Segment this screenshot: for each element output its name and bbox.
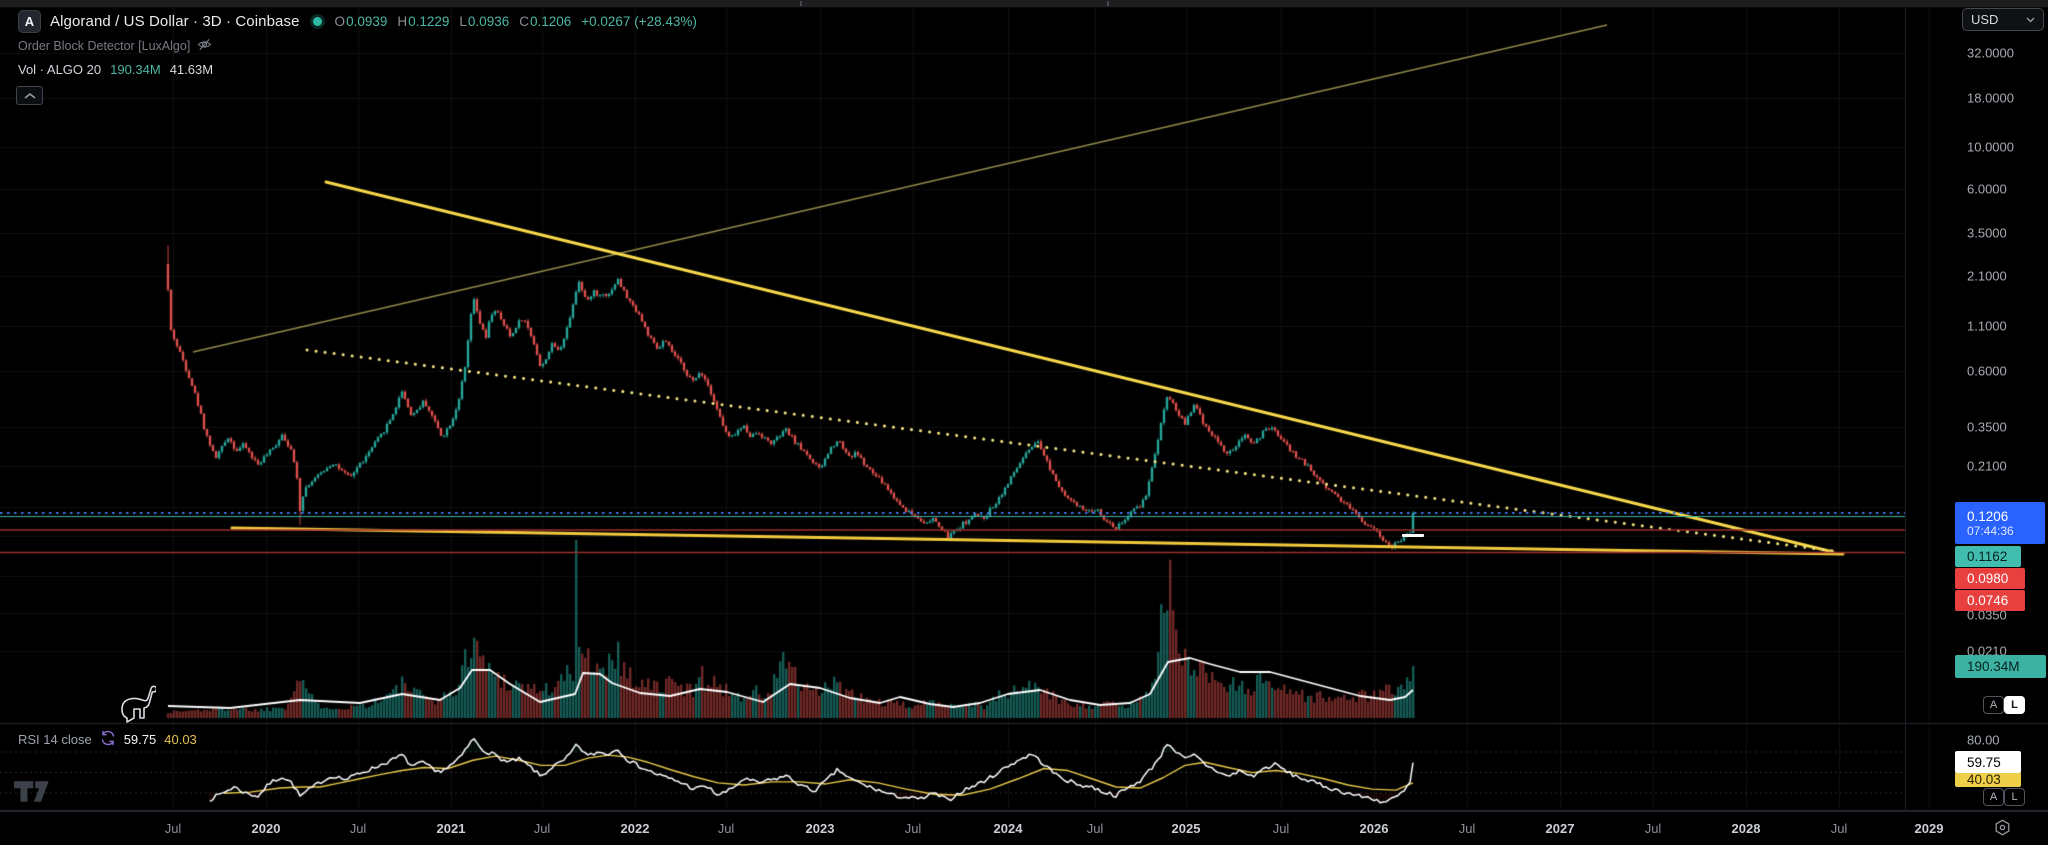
refresh-icon[interactable] [100,730,116,749]
rsi-legend: RSI 14 close 59.75 40.03 [18,730,197,749]
symbol-title[interactable]: Algorand / US Dollar · 3D · Coinbase [50,13,300,30]
rsi-value: 59.75 [123,732,157,747]
time-axis[interactable]: Jul 2020 Jul 2021 Jul 2022 Jul 2023 Jul 2024 Jul 20… [0,811,2048,845]
auto-scale-button[interactable]: A [1983,696,2004,714]
market-status-dot[interactable] [312,16,322,26]
log-scale-button[interactable]: L [2004,696,2025,714]
time-label: Jul [1458,821,1476,836]
rsi-ma-axis-label: 40.03 [1955,772,2021,787]
low-label: L [459,13,467,29]
top-toolbar-strip [0,0,2048,8]
volume-indicator-name[interactable]: Vol · ALGO 20 [18,62,101,77]
ohlc-values: O 0.0939 H 0.1229 L 0.0936 C 0.1206 +0.0267 … [335,14,697,29]
price-tick: 1.1000 [1967,318,2007,334]
tradingview-logo [14,781,50,807]
time-label: Jul [904,821,922,836]
price-tick: 18.0000 [1967,90,2014,106]
dino-sticker-drawing[interactable] [120,685,158,730]
volume-axis-label: 190.34M [1955,655,2046,678]
price-level-dash-marker[interactable] [1402,534,1424,537]
bar-countdown: 07:44:36 [1967,523,2014,538]
price-tick: 6.0000 [1967,181,2007,197]
change-value: +0.0267 (+28.43%) [581,13,697,29]
price-tick: 0.2100 [1967,458,2007,474]
high-value: 0.1229 [408,13,450,29]
red-level-axis-label: 0.0980 [1955,568,2025,589]
time-label: Jul [717,821,735,836]
time-label: 2027 [1545,821,1575,836]
low-value: 0.0936 [467,13,510,29]
time-label: 2020 [251,821,281,836]
currency-unit-button[interactable]: USD [1962,8,2044,31]
time-label: Jul [1272,821,1290,836]
price-tick: 10.0000 [1967,139,2014,155]
rsi-tick: 80.00 [1967,732,2000,748]
time-label: Jul [1830,821,1848,836]
time-label: 2025 [1171,821,1201,836]
rsi-ma-value: 40.03 [164,732,197,747]
price-axis-border [1905,8,1906,811]
rsi-auto-scale-button[interactable]: A [1983,788,2004,806]
rsi-indicator-name[interactable]: RSI 14 close [18,732,92,747]
time-label: Jul [1086,821,1104,836]
time-label: 2022 [620,821,650,836]
eye-slash-icon[interactable] [197,37,212,55]
chart-legend: A Algorand / US Dollar · 3D · Coinbase O… [18,9,697,78]
price-tick: 0.6000 [1967,363,2007,379]
time-label: Jul [349,821,367,836]
time-label: 2028 [1731,821,1761,836]
open-label: O [334,13,346,29]
price-tick: 0.3500 [1967,419,2007,435]
time-label: 2026 [1359,821,1389,836]
time-label: 2021 [436,821,466,836]
price-tick: 32.0000 [1967,45,2014,61]
time-label: 2023 [805,821,835,836]
symbol-logo: A [18,9,41,33]
tradingview-chart-window: A Algorand / US Dollar · 3D · Coinbase O… [0,0,2048,845]
axis-settings-icon[interactable] [1994,819,2011,841]
price-tick: 3.5000 [1967,225,2007,241]
price-tick: 2.1000 [1967,268,2007,284]
collapse-pane-button[interactable] [16,86,43,105]
open-value: 0.0939 [346,13,388,29]
toolbar-separator [800,1,802,6]
toolbar-separator [1107,1,1109,6]
time-label: 2029 [1914,821,1944,836]
teal-level-axis-label: 0.1162 [1955,546,2021,567]
indicator-name[interactable]: Order Block Detector [LuxAlgo] [18,39,190,53]
close-label: C [519,13,529,29]
time-label: Jul [164,821,182,836]
red-level-axis-label: 0.0746 [1955,590,2025,611]
chart-canvas[interactable] [0,0,2048,845]
time-label: 2024 [993,821,1023,836]
volume-current-value: 190.34M [110,62,161,77]
close-value: 0.1206 [529,13,572,29]
time-label: Jul [1644,821,1662,836]
high-label: H [397,13,408,29]
volume-ma-value: 41.63M [169,62,214,77]
currency-unit-label: USD [1971,12,1999,27]
rsi-axis-label: 59.75 [1955,751,2021,773]
rsi-log-scale-button[interactable]: L [2004,788,2025,806]
chevron-down-icon [2026,17,2035,22]
last-price-axis-label: 0.1206 07:44:36 [1955,502,2045,544]
time-label: Jul [533,821,551,836]
